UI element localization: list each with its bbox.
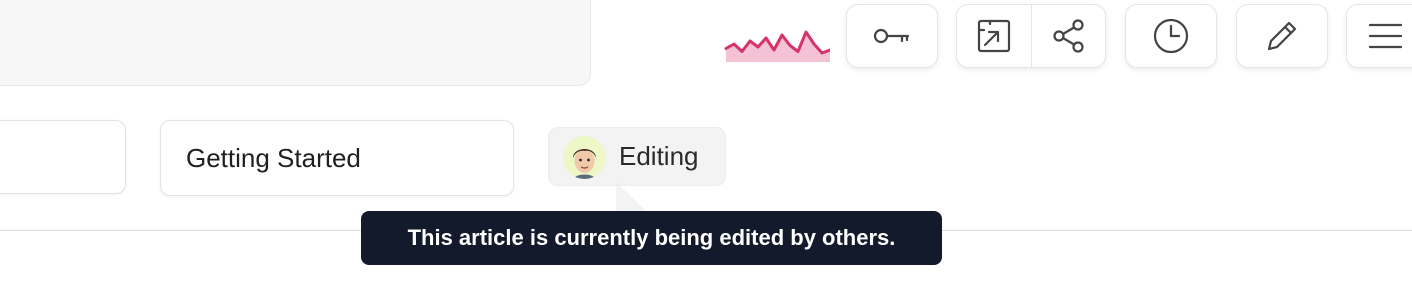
document-header: Getting Started Editing This article is … xyxy=(0,0,1412,286)
pencil-icon xyxy=(1237,5,1327,67)
title-field[interactable]: Getting Started xyxy=(160,120,514,196)
editing-tooltip: This article is currently being edited b… xyxy=(361,211,942,265)
share-icon xyxy=(1051,18,1087,54)
activity-sparkline-fill xyxy=(726,32,830,62)
api-key-button[interactable] xyxy=(846,4,938,68)
history-button[interactable] xyxy=(1125,4,1217,68)
menu-button[interactable] xyxy=(1346,4,1412,68)
collection-field[interactable] xyxy=(0,120,126,194)
open-external-icon xyxy=(976,18,1012,54)
edit-button[interactable] xyxy=(1236,4,1328,68)
activity-sparkline xyxy=(724,30,830,62)
editing-status-label: Editing xyxy=(619,141,699,171)
share-button-group xyxy=(956,4,1106,68)
header-panel xyxy=(0,0,591,86)
clock-icon xyxy=(1126,5,1216,67)
hamburger-menu-icon xyxy=(1365,5,1405,67)
key-icon xyxy=(847,5,937,67)
share-button[interactable] xyxy=(1032,5,1106,67)
avatar xyxy=(563,136,606,179)
title-field-value: Getting Started xyxy=(186,142,361,173)
open-external-button[interactable] xyxy=(957,5,1031,67)
